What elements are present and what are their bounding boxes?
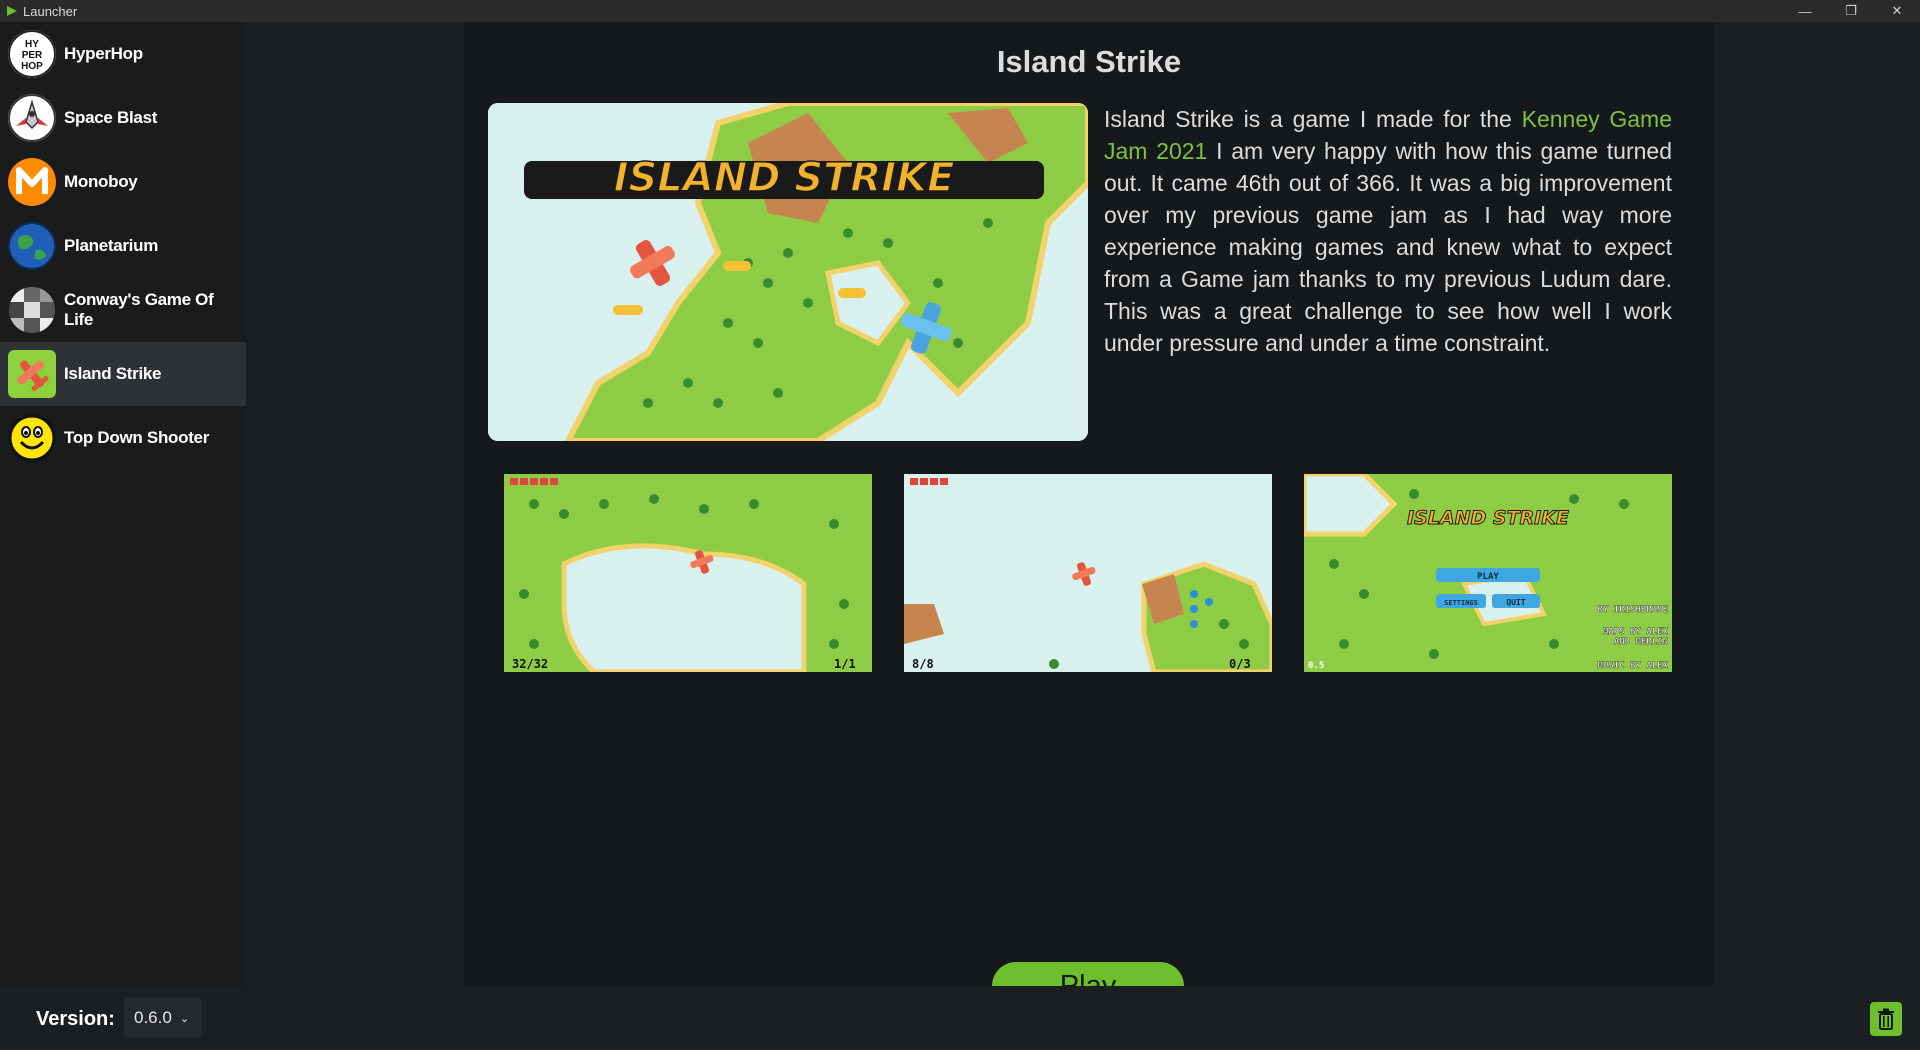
restore-button[interactable]: ❐ xyxy=(1828,0,1874,22)
screenshot-3-credit: MUSIC BY ALEX xyxy=(1598,661,1669,671)
sidebar-item-top-down-shooter[interactable]: Top Down Shooter xyxy=(0,406,246,470)
description-text-end: I am very happy with how this game turne… xyxy=(1104,138,1673,356)
sidebar-item-label: Space Blast xyxy=(64,108,158,127)
sidebar-item-hyperhop[interactable]: HY PER HOP HyperHop xyxy=(0,22,246,86)
planetarium-icon xyxy=(8,222,56,270)
screenshot-2[interactable]: 8/8 0/3 xyxy=(904,474,1272,672)
minimize-button[interactable]: — xyxy=(1782,0,1828,22)
game-title: Island Strike xyxy=(996,44,1182,79)
sidebar-item-label: Monoboy xyxy=(64,172,138,191)
sidebar-item-label: Conway's Game Of Life xyxy=(64,290,214,329)
sidebar-item-label: Planetarium xyxy=(64,236,159,255)
sidebar-item-island-strike[interactable]: Island Strike xyxy=(0,342,246,406)
screenshot-3[interactable]: ISLAND STRIKE PLAY SETTINGS QUIT BY IRIS… xyxy=(1304,474,1672,672)
window-title: Launcher xyxy=(23,3,78,19)
screenshot-1-hud-left: 32/32 xyxy=(512,657,548,671)
space-blast-icon xyxy=(8,94,56,142)
main-gutter-left xyxy=(246,22,464,986)
screenshot-3-credit: AND MERLIN xyxy=(1614,637,1668,647)
sidebar-item-space-blast[interactable]: Space Blast xyxy=(0,86,246,150)
screenshot-2-hud-left: 8/8 xyxy=(912,657,934,671)
game-description: Island Strike is a game I made for the K… xyxy=(1104,103,1672,359)
sidebar-item-planetarium[interactable]: Planetarium xyxy=(0,214,246,278)
sidebar-item-conway[interactable]: Conway's Game Of Life xyxy=(0,278,246,342)
top-down-shooter-icon xyxy=(8,414,56,462)
window-titlebar: Launcher — ❐ ✕ xyxy=(0,0,1920,22)
conway-icon xyxy=(8,286,56,334)
sidebar-item-label: Island Strike xyxy=(64,364,162,383)
screenshot-3-settings: SETTINGS xyxy=(1444,599,1478,607)
version-select[interactable]: 0.6.0 ⌄ xyxy=(124,998,202,1038)
close-button[interactable]: ✕ xyxy=(1874,0,1920,22)
sidebar-item-monoboy[interactable]: Monoboy xyxy=(0,150,246,214)
version-select-value: 0.6.0 xyxy=(134,1008,172,1027)
launcher-app-icon xyxy=(7,6,17,16)
uninstall-button[interactable] xyxy=(1870,1002,1902,1036)
version-label: Version: xyxy=(36,1008,115,1030)
monoboy-icon xyxy=(8,158,56,206)
screenshot-2-hud-right: 0/3 xyxy=(1229,657,1251,671)
screenshot-3-quit: QUIT xyxy=(1506,598,1525,607)
game-detail-panel: Island Strike ISLAND STRIKE Island Strik… xyxy=(464,22,1714,986)
screenshot-1-hud-right: 1/1 xyxy=(834,657,856,671)
island-strike-icon xyxy=(8,350,56,398)
screenshot-3-version: 0.5 xyxy=(1308,661,1324,671)
chevron-down-icon: ⌄ xyxy=(179,1012,190,1025)
game-list-sidebar: HY PER HOP HyperHop Space Blast Monoboy … xyxy=(0,22,246,986)
svg-text:HOP: HOP xyxy=(21,61,43,72)
window-controls: — ❐ ✕ xyxy=(1782,0,1920,22)
sidebar-item-label: Top Down Shooter xyxy=(64,428,210,447)
hyperhop-icon: HY PER HOP xyxy=(8,30,56,78)
svg-text:HY: HY xyxy=(25,39,39,50)
description-text-start: Island Strike is a game I made for the xyxy=(1104,106,1522,132)
hero-logo: ISLAND STRIKE xyxy=(614,155,955,201)
hero-image: ISLAND STRIKE xyxy=(488,103,1088,441)
screenshot-3-play: PLAY xyxy=(1477,572,1499,582)
screenshot-3-logo: ISLAND STRIKE xyxy=(1407,507,1569,529)
svg-text:PER: PER xyxy=(22,50,43,61)
sidebar-item-label: HyperHop xyxy=(64,44,143,63)
trash-icon xyxy=(1878,1008,1894,1030)
footer-bar: Version: 0.6.0 ⌄ xyxy=(0,986,1920,1050)
screenshot-1[interactable]: 32/32 1/1 xyxy=(504,474,872,672)
screenshot-3-credit: BY IRISHBRUSE xyxy=(1598,605,1668,615)
screenshot-3-credit: MAPS BY ALEX xyxy=(1603,627,1669,637)
main-gutter-right xyxy=(1714,22,1920,986)
